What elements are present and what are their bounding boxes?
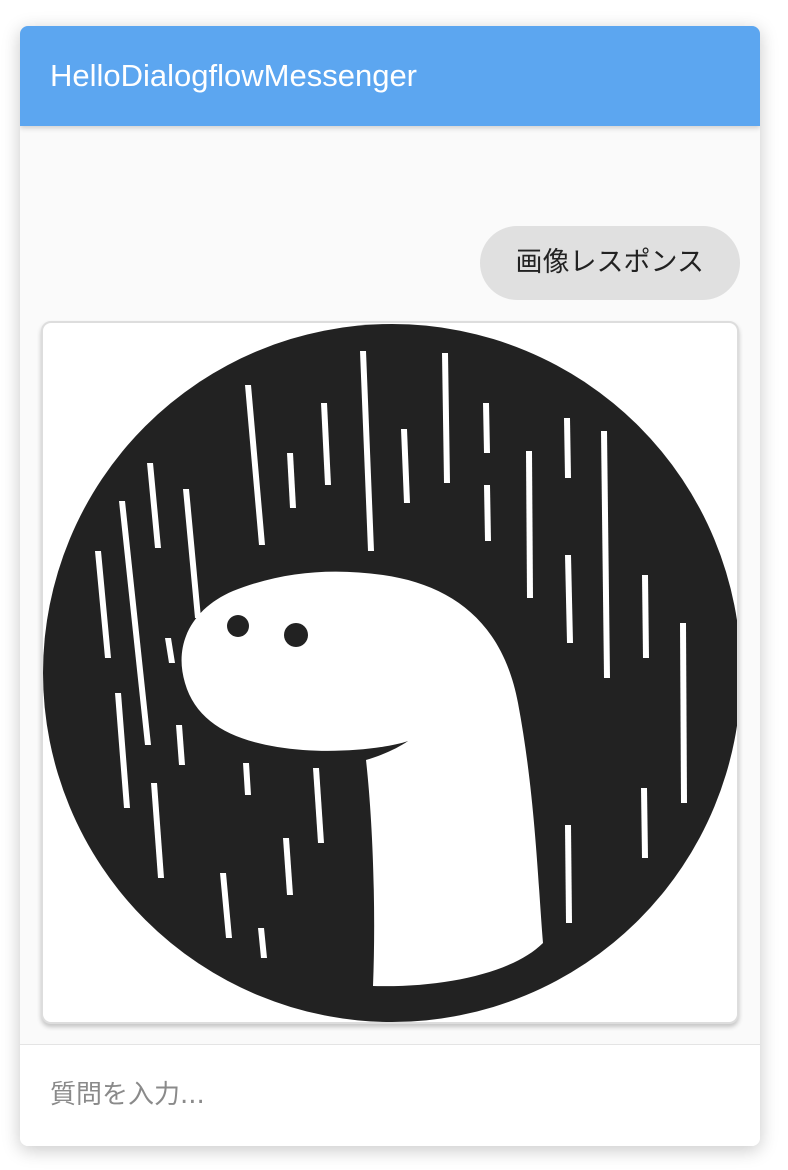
deno-dinosaur-rain-logo [43, 324, 737, 1022]
question-input[interactable] [20, 1045, 760, 1145]
message-input-bar [20, 1044, 760, 1146]
user-message-bubble: 画像レスポンス [479, 226, 740, 300]
messenger-title: HelloDialogflowMessenger [50, 58, 418, 93]
message-list[interactable]: 画像レスポンス [20, 126, 760, 1044]
bot-image-card[interactable] [41, 321, 739, 1024]
messenger-widget: HelloDialogflowMessenger 画像レスポンス [20, 26, 760, 1146]
messenger-title-bar: HelloDialogflowMessenger [20, 26, 760, 126]
